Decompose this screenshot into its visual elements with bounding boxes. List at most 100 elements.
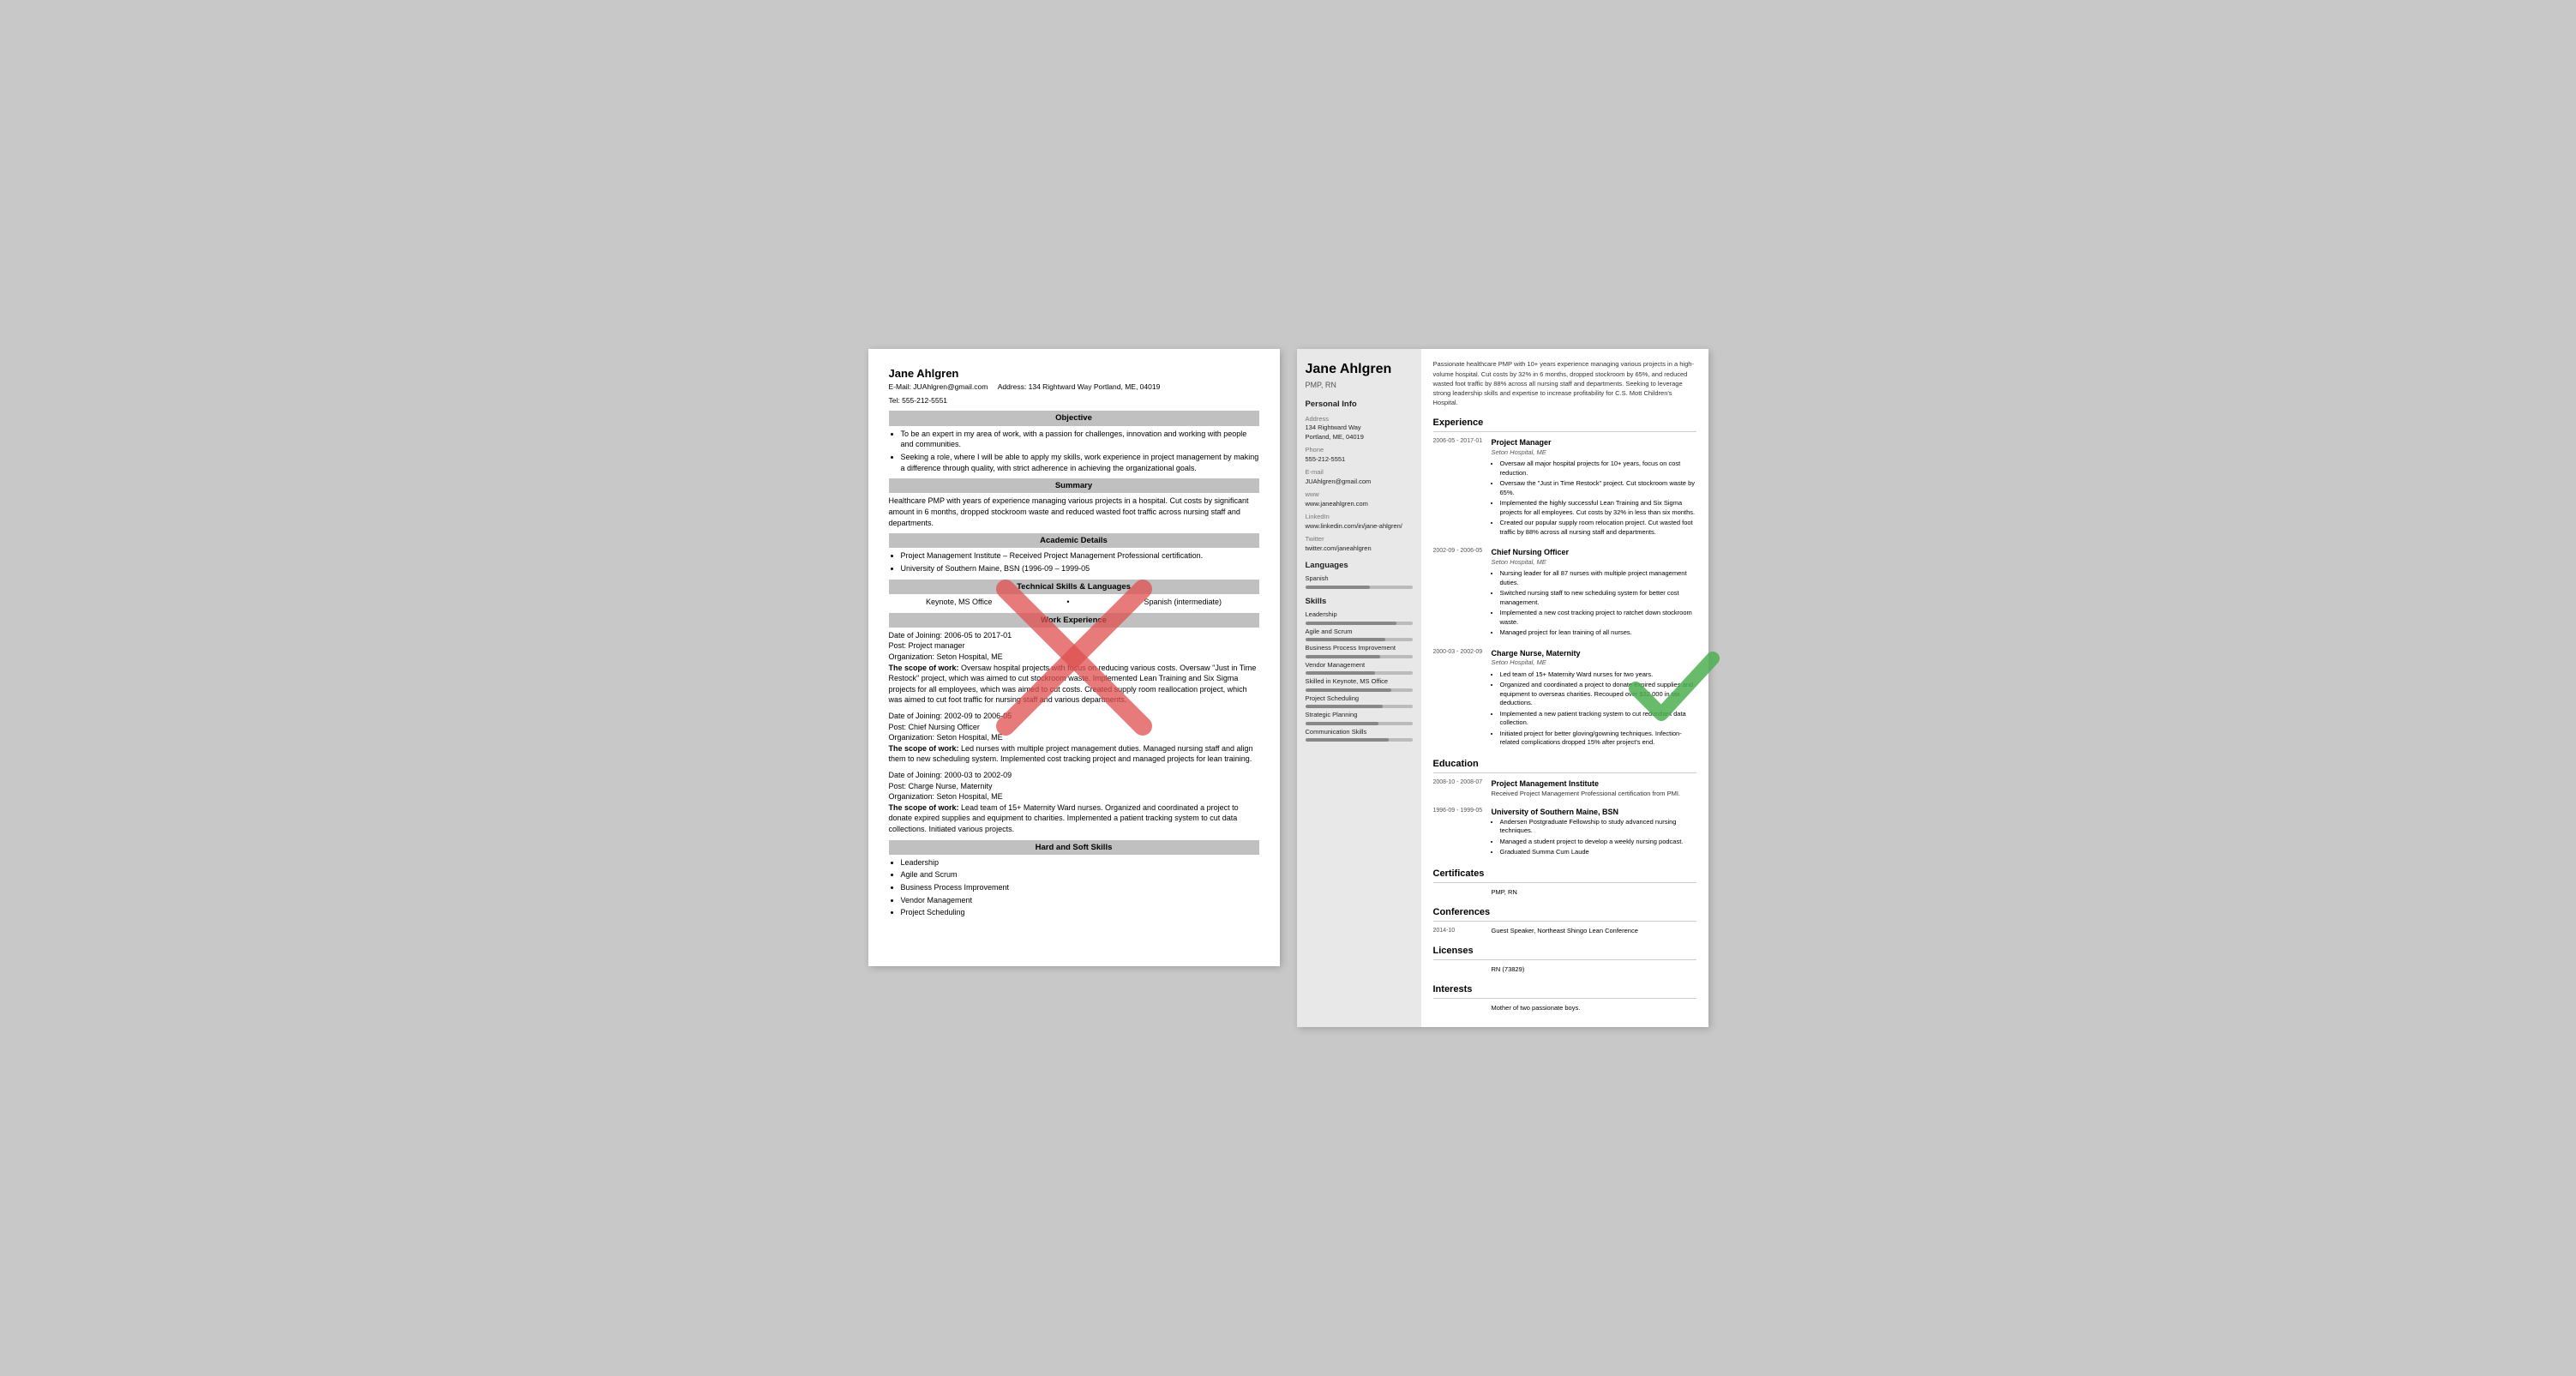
summary-header: Summary: [889, 478, 1259, 493]
school-desc-1: Received Project Management Professional…: [1492, 790, 1696, 799]
academic-list: Project Management Institute – Received …: [889, 550, 1259, 574]
hs-item-1: Leadership: [901, 857, 1259, 868]
exp-details-1: Project Manager Seton Hospital, ME Overs…: [1492, 437, 1696, 538]
left-tel: Tel: 555-212-5551: [889, 396, 1259, 406]
skill-strategic: Strategic Planning: [1306, 711, 1413, 725]
exp-b1-3: Implemented the highly successful Lean T…: [1500, 499, 1696, 517]
licenses-title: Licenses: [1433, 945, 1696, 960]
linkedin: www.linkedin.com/in/jane-ahlgren/: [1306, 522, 1413, 532]
scope-label-3: The scope of work:: [889, 803, 959, 812]
hs-item-4: Vendor Management: [901, 895, 1259, 906]
skill-2: Spanish (intermediate): [1144, 597, 1222, 608]
address-label: Address: [1306, 415, 1413, 424]
exp-b1-4: Created our popular supply room relocati…: [1500, 519, 1696, 537]
exp-b2-3: Implemented a new cost tracking project …: [1500, 609, 1696, 627]
left-name: Jane Ahlgren: [889, 366, 1259, 382]
skill-comm: Communication Skills: [1306, 728, 1413, 742]
skill-leadership: Leadership: [1306, 610, 1413, 625]
phone-label: Phone: [1306, 446, 1413, 455]
exp-details-2: Chief Nursing Officer Seton Hospital, ME…: [1492, 547, 1696, 640]
edu-b2-3: Graduated Summa Cum Laude: [1500, 848, 1696, 857]
edu-entry-2: 1996-09 - 1999-05 University of Southern…: [1433, 807, 1696, 859]
work-date-3: Date of Joining: 2000-03 to 2002-09: [889, 770, 1259, 781]
exp-b2-4: Managed project for lean training of all…: [1500, 628, 1696, 638]
email-label: E-mail: [1306, 468, 1413, 478]
skill-bpi-fill: [1306, 655, 1381, 658]
skill-sep: •: [1066, 597, 1069, 608]
skill-vendor-name: Vendor Management: [1306, 661, 1413, 670]
exp-b1-2: Oversaw the "Just in Time Restock" proje…: [1500, 479, 1696, 497]
hard-soft-list: Leadership Agile and Scrum Business Proc…: [889, 857, 1259, 918]
exp-b3-1: Led team of 15+ Maternity Ward nurses fo…: [1500, 670, 1696, 680]
edu-dates-1: 2008-10 - 2008-07: [1433, 778, 1485, 800]
skill-agile-bar: [1306, 638, 1413, 641]
education-title: Education: [1433, 758, 1696, 773]
edu-entry-1: 2008-10 - 2008-07 Project Management Ins…: [1433, 778, 1696, 800]
skills-row: Keynote, MS Office • Spanish (intermedia…: [889, 597, 1259, 608]
email: JUAhlgren@gmail.com: [1306, 478, 1413, 487]
skill-comm-fill: [1306, 738, 1390, 742]
skill-leadership-bar: [1306, 622, 1413, 625]
license-entry: RN (73829): [1433, 965, 1696, 975]
skill-keynote-fill: [1306, 688, 1391, 692]
exp-details-3: Charge Nurse, Maternity Seton Hospital, …: [1492, 648, 1696, 749]
right-name: Jane Ahlgren: [1306, 361, 1413, 377]
exp-entry-3: 2000-03 - 2002-09 Charge Nurse, Maternit…: [1433, 648, 1696, 749]
skill-project-fill: [1306, 705, 1383, 708]
skill-leadership-name: Leadership: [1306, 610, 1413, 620]
skill-strategic-name: Strategic Planning: [1306, 711, 1413, 720]
exp-company-2: Seton Hospital, ME: [1492, 558, 1696, 568]
work-post-1: Post: Project manager: [889, 640, 1259, 652]
hs-item-5: Project Scheduling: [901, 907, 1259, 918]
skills-title: Skills: [1306, 596, 1413, 607]
academic-header: Academic Details: [889, 533, 1259, 548]
work-scope-2: The scope of work: Led nurses with multi…: [889, 743, 1259, 765]
resume-comparison: Jane Ahlgren E-Mail: JUAhlgren@gmail.com…: [868, 349, 1708, 1026]
exp-title-2: Chief Nursing Officer: [1492, 547, 1696, 558]
edu-b2-2: Managed a student project to develop a w…: [1500, 838, 1696, 847]
license-value: RN (73829): [1492, 965, 1696, 975]
conferences-title: Conferences: [1433, 906, 1696, 922]
exp-b3-2: Organized and coordinated a project to d…: [1500, 681, 1696, 708]
academic-item-1: Project Management Institute – Received …: [901, 550, 1259, 562]
skill-vendor-fill: [1306, 671, 1375, 675]
skill-agile: Agile and Scrum: [1306, 628, 1413, 642]
exp-company-1: Seton Hospital, ME: [1492, 448, 1696, 458]
scope-label-2: The scope of work:: [889, 744, 959, 753]
skill-keynote-bar: [1306, 688, 1413, 692]
work-entry-2: Date of Joining: 2002-09 to 2006-05 Post…: [889, 711, 1259, 765]
skill-comm-bar: [1306, 738, 1413, 742]
skill-project: Project Scheduling: [1306, 694, 1413, 709]
twitter: twitter.com/janeahlgren: [1306, 544, 1413, 554]
exp-b2-2: Switched nursing staff to new scheduling…: [1500, 589, 1696, 607]
experience-title: Experience: [1433, 417, 1696, 432]
twitter-label: Twitter: [1306, 535, 1413, 544]
skill-keynote-name: Skilled in Keynote, MS Office: [1306, 677, 1413, 687]
skill-vendor: Vendor Management: [1306, 661, 1413, 676]
exp-title-3: Charge Nurse, Maternity: [1492, 648, 1696, 659]
address-line1: 134 Rightward Way: [1306, 424, 1413, 433]
right-title: PMP, RN: [1306, 380, 1413, 391]
conf-dates: 2014-10: [1433, 927, 1485, 936]
hs-item-2: Agile and Scrum: [901, 869, 1259, 880]
objective-header: Objective: [889, 411, 1259, 425]
skill-leadership-fill: [1306, 622, 1396, 625]
exp-dates-1: 2006-05 - 2017-01: [1433, 437, 1485, 538]
skill-bpi: Business Process Improvement: [1306, 644, 1413, 658]
left-contact: E-Mail: JUAhlgren@gmail.com Address: 134…: [889, 382, 1259, 393]
work-scope-1: The scope of work: Oversaw hospital proj…: [889, 663, 1259, 706]
language-bar: [1306, 586, 1413, 589]
school-2: University of Southern Maine, BSN: [1492, 807, 1696, 818]
address-line2: Portland, ME, 04019: [1306, 433, 1413, 442]
sidebar: Jane Ahlgren PMP, RN Personal Info Addre…: [1297, 349, 1421, 1026]
work-post-3: Post: Charge Nurse, Maternity: [889, 781, 1259, 792]
skill-bpi-name: Business Process Improvement: [1306, 644, 1413, 653]
work-date-2: Date of Joining: 2002-09 to 2006-05: [889, 711, 1259, 722]
work-org-3: Organization: Seton Hospital, ME: [889, 791, 1259, 802]
interest-value: Mother of two passionate boys.: [1492, 1004, 1696, 1013]
skill-strategic-bar: [1306, 722, 1413, 725]
exp-entry-2: 2002-09 - 2006-05 Chief Nursing Officer …: [1433, 547, 1696, 640]
license-dates: [1433, 965, 1485, 975]
work-date-1: Date of Joining: 2006-05 to 2017-01: [889, 630, 1259, 641]
www: www.janeahlgren.com: [1306, 500, 1413, 509]
